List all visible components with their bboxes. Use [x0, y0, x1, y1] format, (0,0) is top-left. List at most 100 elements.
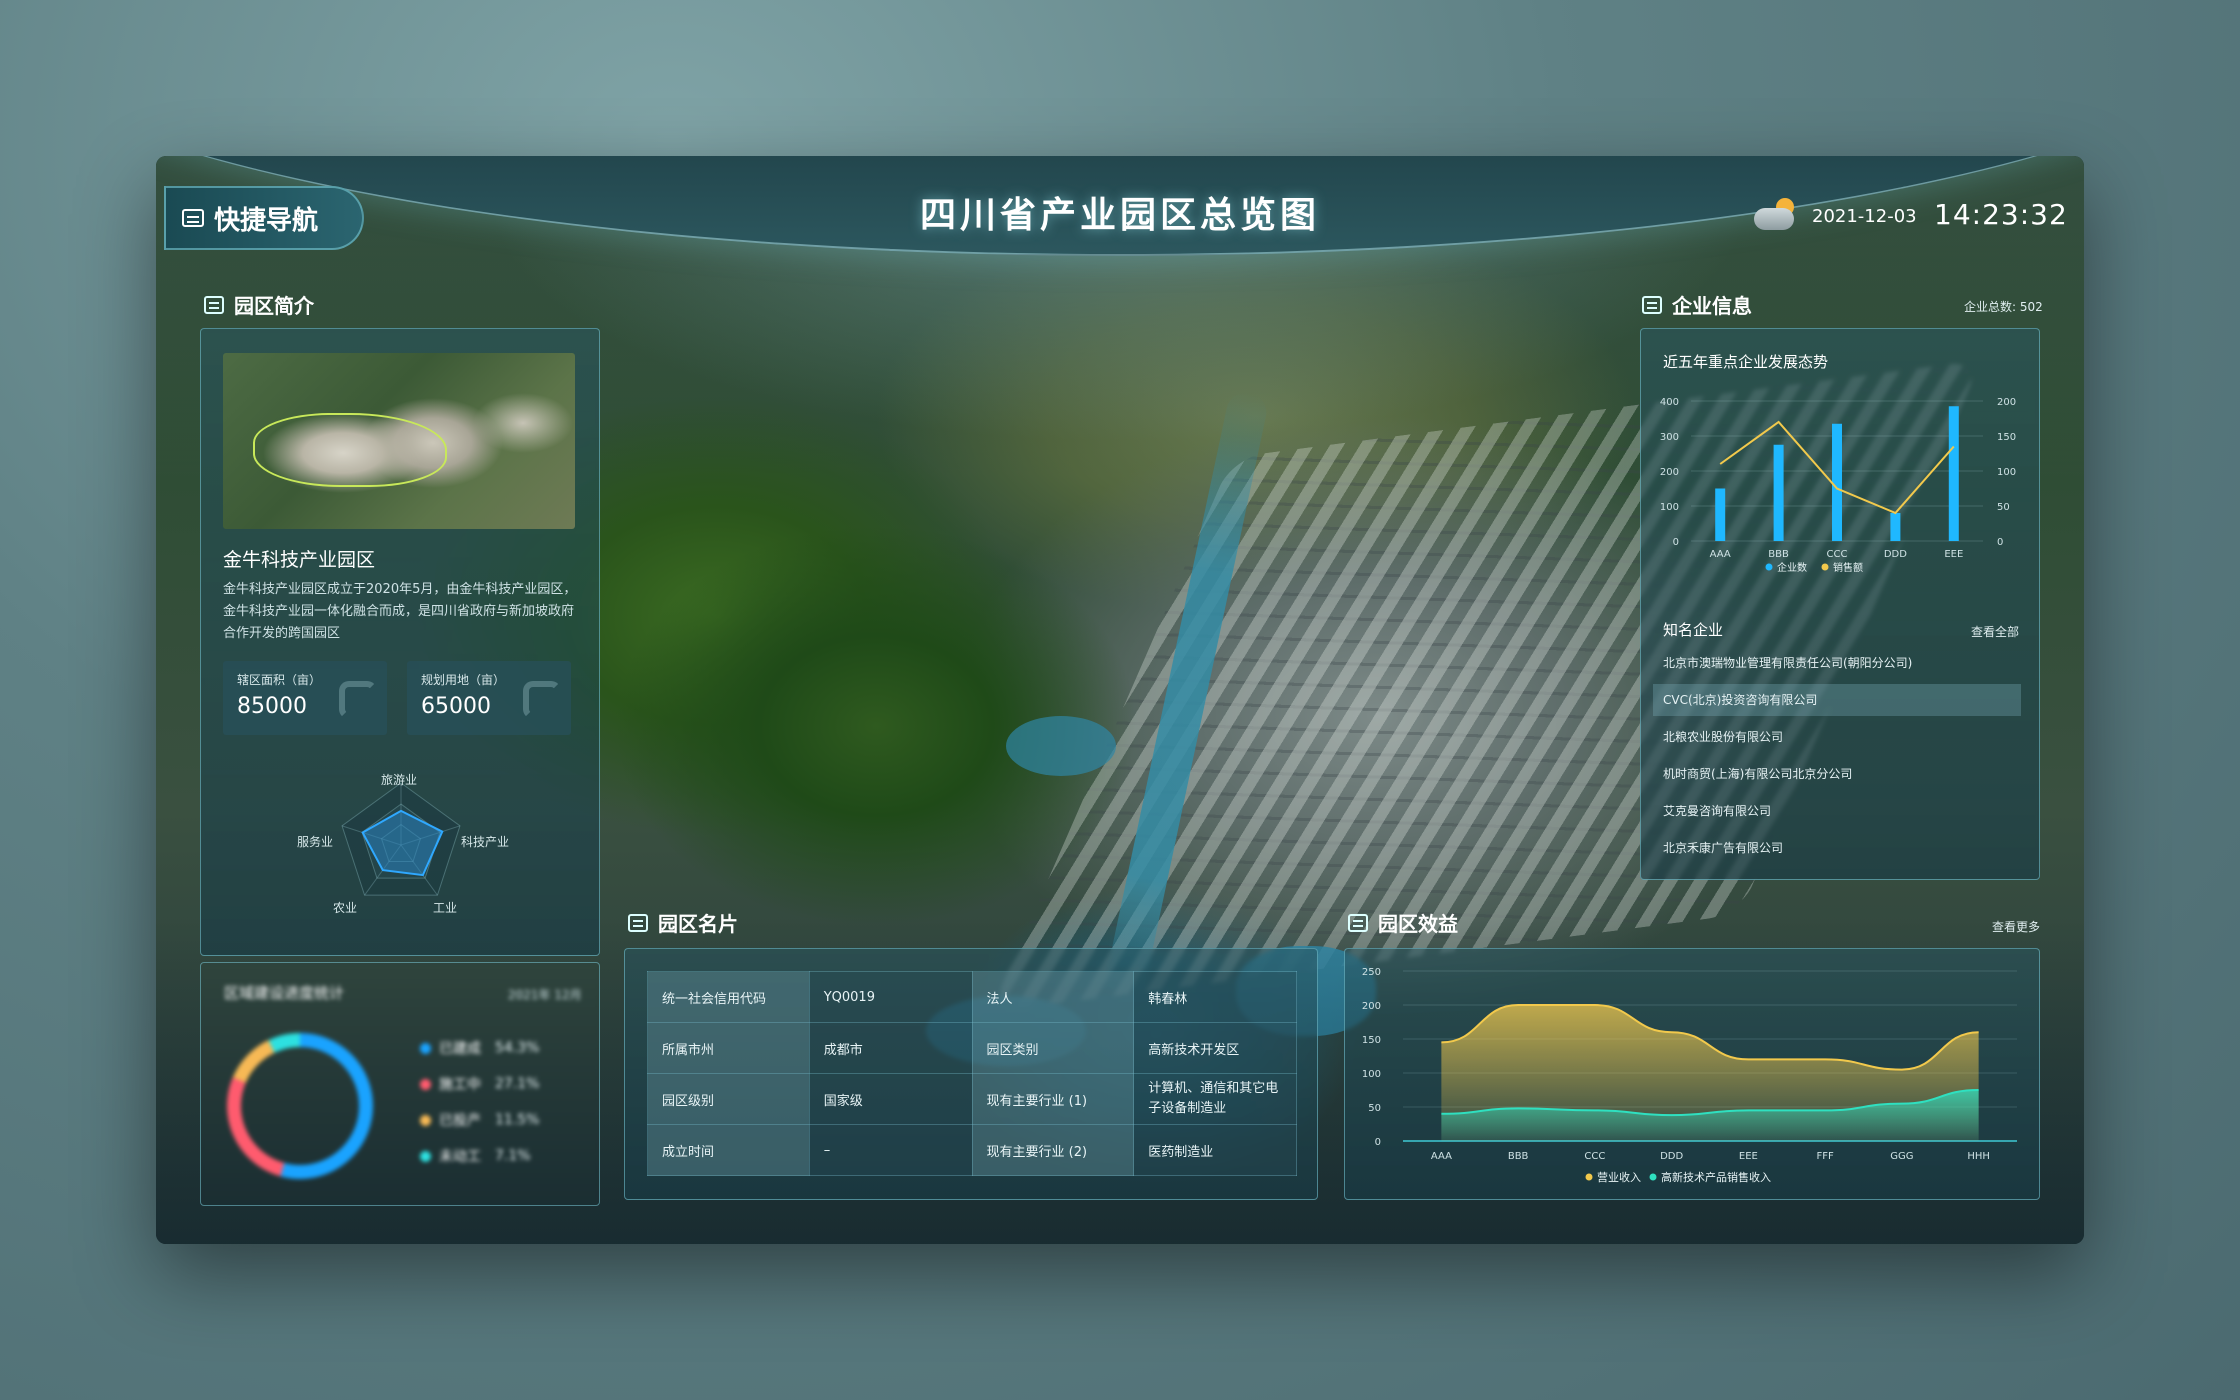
x-tick-label: GGG — [1890, 1151, 1913, 1162]
header-time: 14:23:32 — [1934, 198, 2068, 231]
company-item[interactable]: 艾克曼咨询有限公司 — [1653, 795, 2021, 827]
x-tick-label: BBB — [1508, 1151, 1529, 1162]
y-tick-left: 100 — [1660, 502, 1679, 513]
y-tick: 50 — [1368, 1103, 1381, 1114]
table-row: 统一社会信用代码 YQ0019 法人 韩春林 — [647, 971, 1297, 1023]
y-tick: 250 — [1362, 967, 1381, 978]
park-card-panel: 统一社会信用代码 YQ0019 法人 韩春林 所属市州 成都市 园区类别 高新技… — [624, 948, 1318, 1200]
park-description: 金牛科技产业园区成立于2020年5月，由金牛科技产业园区，金牛科技产业园一体化融… — [223, 582, 577, 641]
park-aerial-photo[interactable] — [223, 353, 575, 529]
table-value: 医药制造业 — [1133, 1124, 1297, 1176]
x-tick-label: CCC — [1584, 1151, 1605, 1162]
table-value: – — [808, 1124, 973, 1176]
y-tick-left: 400 — [1660, 397, 1679, 408]
company-item[interactable]: 机时商贸(上海)有限公司北京分公司 — [1653, 758, 2021, 790]
enterprise-heading: 企业信息 — [1642, 290, 1752, 319]
x-tick-label: DDD — [1884, 549, 1907, 560]
y-tick-left: 200 — [1660, 467, 1679, 478]
y-tick-right: 0 — [1997, 537, 2003, 548]
radar-label-tech: 科技产业 — [461, 835, 510, 849]
progress-panel — [200, 962, 600, 1206]
intro-panel: 金牛科技产业园区 金牛科技产业园区成立于2020年5月，由金牛科技产业园区，金牛… — [200, 328, 600, 956]
benefit-heading-text: 园区效益 — [1378, 912, 1458, 936]
benefit-panel: 0 50 100 150 200 250 AAA BBB CCC DDD EEE FFF GGG HHH 营… — [1344, 948, 2040, 1200]
table-key: 成立时间 — [647, 1124, 810, 1176]
x-tick-label: BBB — [1768, 549, 1789, 560]
legend-label: 营业收入 — [1597, 1170, 1641, 1184]
benefit-area-chart: 0 50 100 150 200 250 AAA BBB CCC DDD EEE FFF GGG HHH 营… — [1362, 967, 2017, 1184]
famous-title: 知名企业 — [1663, 621, 1724, 639]
view-all-link[interactable]: 查看全部 — [1971, 623, 2019, 640]
enterprise-heading-text: 企业信息 — [1672, 294, 1752, 318]
park-info-table: 统一社会信用代码 YQ0019 法人 韩春林 所属市州 成都市 园区类别 高新技… — [647, 971, 1297, 1176]
y-tick-left: 300 — [1660, 432, 1679, 443]
table-key: 所属市州 — [647, 1022, 810, 1074]
radar-label-tourism: 旅游业 — [381, 773, 418, 787]
x-tick-label: EEE — [1944, 549, 1963, 560]
bar — [1832, 423, 1842, 541]
x-tick-label: FFF — [1816, 1151, 1834, 1162]
y-tick-left: 0 — [1673, 537, 1679, 548]
benefit-heading: 园区效益 — [1348, 908, 1458, 937]
table-row: 所属市州 成都市 园区类别 高新技术开发区 — [647, 1022, 1297, 1074]
bar — [1948, 406, 1959, 541]
intro-heading: 园区简介 — [204, 290, 314, 319]
x-tick-label: EEE — [1739, 1151, 1758, 1162]
legend-label: 企业数 — [1777, 561, 1807, 574]
view-more-link[interactable]: 查看更多 — [1992, 918, 2040, 935]
table-key: 统一社会信用代码 — [647, 971, 810, 1023]
trend-title: 近五年重点企业发展态势 — [1663, 353, 1829, 371]
image-card-icon — [204, 295, 224, 314]
stat-deco-icon — [523, 681, 561, 719]
company-item[interactable]: 北粮农业股份有限公司 — [1653, 721, 2021, 753]
stat-deco-icon — [339, 681, 377, 719]
legend-dot — [1649, 1173, 1657, 1181]
table-key: 法人 — [971, 971, 1135, 1023]
partly-cloudy-icon — [1754, 198, 1798, 230]
park-name: 金牛科技产业园区 — [223, 549, 376, 571]
stat-planned-land: 规划用地（亩） 65000 — [407, 661, 571, 735]
card-heading-text: 园区名片 — [658, 912, 738, 936]
table-key: 现有主要行业 (2) — [971, 1124, 1135, 1176]
table-value: 高新技术开发区 — [1133, 1022, 1297, 1074]
company-item[interactable]: CVC(北京)投资咨询有限公司 — [1653, 684, 2021, 716]
table-key: 现有主要行业 (1) — [971, 1073, 1135, 1125]
legend-dot — [1765, 563, 1773, 571]
x-tick-label: AAA — [1710, 549, 1731, 560]
y-tick: 100 — [1362, 1069, 1381, 1080]
y-tick-right: 150 — [1997, 432, 2016, 443]
dashboard-frame: 四川省产业园区总览图 快捷导航 2021-12-03 14:23:32 园区简介… — [156, 156, 2084, 1244]
bar — [1890, 513, 1901, 541]
company-item[interactable]: 北京禾康广告有限公司 — [1653, 832, 2021, 864]
chart-icon — [1348, 913, 1368, 932]
y-tick-right: 100 — [1997, 467, 2016, 478]
y-tick: 150 — [1362, 1035, 1381, 1046]
table-row: 园区级别 国家级 现有主要行业 (1) 计算机、通信和其它电子设备制造业 — [647, 1073, 1297, 1125]
quick-nav-label: 快捷导航 — [214, 205, 319, 236]
x-tick-label: CCC — [1827, 549, 1848, 560]
enterprise-total: 企业总数: 502 — [1964, 300, 2043, 314]
y-tick-right: 50 — [1997, 502, 2010, 513]
radar-label-service: 服务业 — [297, 835, 334, 849]
table-row: 成立时间 – 现有主要行业 (2) 医药制造业 — [647, 1124, 1297, 1176]
nav-card-icon — [182, 209, 204, 227]
table-value: 计算机、通信和其它电子设备制造业 — [1133, 1073, 1297, 1125]
y-tick-right: 200 — [1997, 397, 2016, 408]
quick-nav-button[interactable]: 快捷导航 — [164, 186, 364, 250]
table-key: 园区级别 — [647, 1073, 810, 1125]
id-card-icon — [628, 913, 648, 932]
table-value: 国家级 — [808, 1073, 973, 1125]
card-heading: 园区名片 — [628, 908, 738, 937]
radar-label-agriculture: 农业 — [333, 901, 358, 915]
company-item[interactable]: 北京市澳瑞物业管理有限责任公司(朝阳分公司) — [1653, 647, 2021, 679]
intro-heading-text: 园区简介 — [234, 294, 314, 318]
y-tick: 0 — [1375, 1137, 1381, 1148]
stat-area: 辖区面积（亩） 85000 — [223, 661, 387, 735]
header-date: 2021-12-03 — [1812, 206, 1917, 227]
bar — [1715, 488, 1726, 541]
card-icon — [1642, 295, 1662, 314]
legend-label: 高新技术产品销售收入 — [1661, 1170, 1771, 1184]
enterprise-panel: 近五年重点企业发展态势 0 100 200 300 400 0 50 100 150 200 AAA… — [1640, 328, 2040, 880]
enterprise-trend-chart: 0 100 200 300 400 0 50 100 150 200 AAA BBB CCC DDD EEE… — [1660, 397, 2016, 574]
x-tick-label: DDD — [1660, 1151, 1683, 1162]
